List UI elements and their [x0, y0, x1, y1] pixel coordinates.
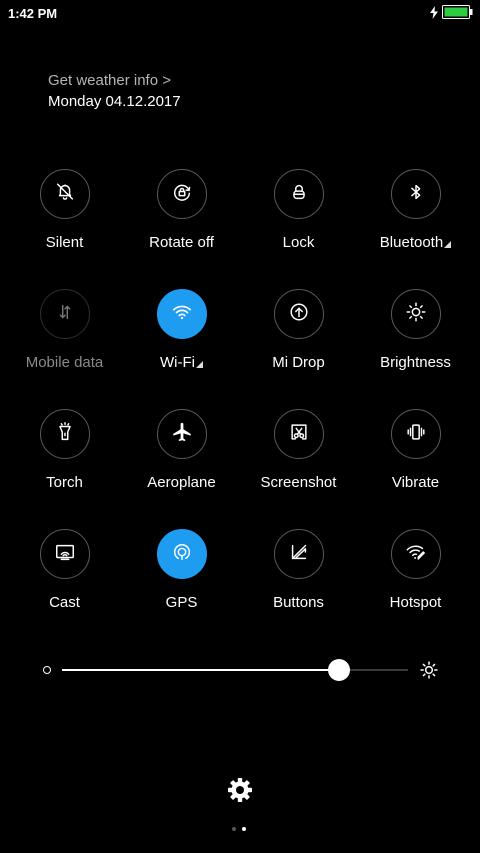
- toggle-mi-drop[interactable]: Mi Drop: [240, 289, 357, 409]
- toggle-label: Mobile data: [25, 354, 104, 371]
- buttons-icon: [288, 541, 310, 568]
- toggle-rotate-circle[interactable]: [156, 169, 207, 219]
- toggle-label: Brightness: [380, 354, 451, 371]
- toggle-label: Aeroplane: [147, 474, 216, 491]
- toggle-label: Wi-Fi: [160, 354, 203, 371]
- flashlight-icon: [54, 421, 76, 448]
- battery-icon: [442, 5, 473, 24]
- toggle-label: Screenshot: [260, 474, 337, 491]
- toggle-brightness-circle[interactable]: [390, 289, 441, 339]
- page-indicator: [232, 827, 246, 831]
- brightness-high-icon: [419, 660, 439, 680]
- toggle-label: Lock: [282, 234, 315, 251]
- toggle-label: GPS: [165, 594, 198, 611]
- toggle-silent-circle[interactable]: [39, 169, 90, 219]
- toggle-hotspot[interactable]: Hotspot: [357, 529, 474, 649]
- page-dot: [242, 827, 246, 831]
- wifi-icon: [171, 301, 193, 328]
- mobile-data-icon: [54, 301, 76, 328]
- sun-icon: [405, 301, 427, 328]
- bluetooth-icon: [405, 181, 427, 208]
- toggle-wifi[interactable]: Wi-Fi: [123, 289, 240, 409]
- brightness-fill: [62, 669, 339, 671]
- vibrate-icon: [405, 421, 427, 448]
- toggle-mi-drop-circle[interactable]: [273, 289, 324, 339]
- date-text: Monday 04.12.2017: [48, 93, 181, 110]
- brightness-low-icon: [43, 666, 51, 674]
- weather-link[interactable]: Get weather info >: [48, 72, 181, 89]
- cast-icon: [54, 541, 76, 568]
- charging-icon: [430, 5, 438, 24]
- toggle-aeroplane[interactable]: Aeroplane: [123, 409, 240, 529]
- toggle-label: Hotspot: [389, 594, 442, 611]
- toggle-label: Rotate off: [149, 234, 214, 251]
- hotspot-icon: [405, 541, 427, 568]
- toggle-lock[interactable]: Lock: [240, 169, 357, 289]
- toggle-label: Torch: [46, 474, 83, 491]
- toggle-screenshot[interactable]: Screenshot: [240, 409, 357, 529]
- status-time: 1:42 PM: [8, 6, 58, 21]
- location-icon: [171, 541, 193, 568]
- toggle-label: Silent: [45, 234, 84, 251]
- toggle-buttons-circle[interactable]: [273, 529, 324, 579]
- settings-button[interactable]: [226, 776, 254, 804]
- toggle-bluetooth-circle[interactable]: [390, 169, 441, 219]
- toggle-brightness[interactable]: Brightness: [357, 289, 474, 409]
- brightness-thumb[interactable]: [327, 659, 350, 681]
- quick-settings-grid: Silent Rotate off Lock Bluetooth Mobile …: [6, 169, 474, 649]
- status-bar: 1:42 PM: [0, 0, 480, 28]
- lock-icon: [288, 181, 310, 208]
- toggle-bluetooth[interactable]: Bluetooth: [357, 169, 474, 289]
- toggle-lock-circle[interactable]: [273, 169, 324, 219]
- toggle-mobile-data[interactable]: Mobile data: [6, 289, 123, 409]
- toggle-label: Buttons: [273, 594, 324, 611]
- gear-icon: [226, 778, 254, 808]
- toggle-torch-circle[interactable]: [39, 409, 90, 459]
- bell-off-icon: [54, 181, 76, 208]
- toggle-silent[interactable]: Silent: [6, 169, 123, 289]
- toggle-cast[interactable]: Cast: [6, 529, 123, 649]
- toggle-gps-circle[interactable]: [156, 529, 207, 579]
- toggle-rotate[interactable]: Rotate off: [123, 169, 240, 289]
- page-dot: [232, 827, 236, 831]
- toggle-mobile-data-circle[interactable]: [39, 289, 90, 339]
- toggle-label: Bluetooth: [379, 234, 452, 251]
- toggle-label-text: Bluetooth: [379, 234, 444, 251]
- toggle-vibrate-circle[interactable]: [390, 409, 441, 459]
- toggle-gps[interactable]: GPS: [123, 529, 240, 649]
- toggle-label-text: Wi-Fi: [160, 354, 195, 371]
- status-icons: [430, 5, 473, 24]
- brightness-track[interactable]: [62, 659, 408, 681]
- weather-block: Get weather info > Monday 04.12.2017: [48, 72, 181, 110]
- toggle-torch[interactable]: Torch: [6, 409, 123, 529]
- toggle-label: Vibrate: [391, 474, 440, 491]
- toggle-vibrate[interactable]: Vibrate: [357, 409, 474, 529]
- expand-caret-icon[interactable]: [195, 361, 203, 368]
- mi-drop-icon: [288, 301, 310, 328]
- brightness-slider[interactable]: [40, 655, 440, 685]
- toggle-wifi-circle[interactable]: [156, 289, 207, 339]
- toggle-screenshot-circle[interactable]: [273, 409, 324, 459]
- scissors-icon: [288, 421, 310, 448]
- toggle-label: Cast: [49, 594, 80, 611]
- toggle-cast-circle[interactable]: [39, 529, 90, 579]
- airplane-icon: [171, 421, 193, 448]
- expand-caret-icon[interactable]: [444, 241, 452, 248]
- toggle-buttons[interactable]: Buttons: [240, 529, 357, 649]
- toggle-aeroplane-circle[interactable]: [156, 409, 207, 459]
- toggle-hotspot-circle[interactable]: [390, 529, 441, 579]
- rotation-lock-icon: [171, 181, 193, 208]
- toggle-label: Mi Drop: [272, 354, 325, 371]
